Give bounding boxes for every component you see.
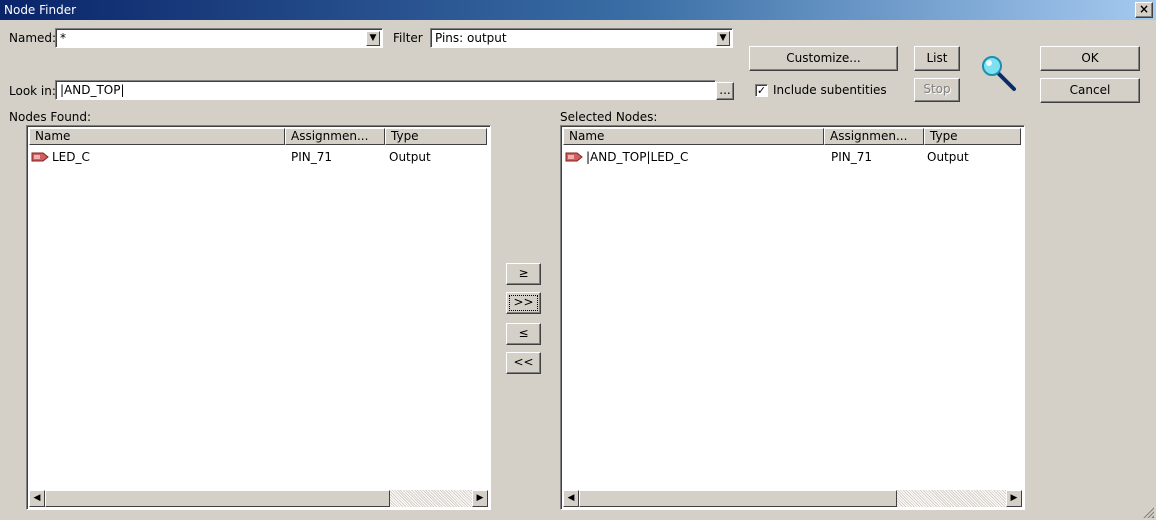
chevron-down-icon[interactable]: ▼ <box>366 31 380 46</box>
add-all-button[interactable]: >> <box>506 292 541 314</box>
scroll-thumb[interactable] <box>579 490 897 507</box>
filter-label: Filter <box>393 31 423 45</box>
scroll-right-icon[interactable]: ▶ <box>1006 490 1022 507</box>
filter-combo[interactable]: Pins: output ▼ <box>430 28 733 48</box>
selected-node-name: |AND_TOP|LED_C <box>586 150 689 164</box>
include-subentities-checkbox[interactable]: ✓ <box>755 84 768 97</box>
nodes-found-list[interactable]: Name Assignmen... Type LED_C PIN_71 Outp… <box>26 125 491 510</box>
selected-node-assignment: PIN_71 <box>831 150 873 164</box>
add-button[interactable]: ≥ <box>506 263 541 285</box>
customize-button[interactable]: Customize... <box>749 46 898 71</box>
column-header-type[interactable]: Type <box>924 128 1021 145</box>
close-button[interactable]: × <box>1135 2 1153 18</box>
list-button[interactable]: List <box>914 46 960 71</box>
look-in-field[interactable]: |AND_TOP| <box>55 80 716 100</box>
named-label: Named: <box>9 31 57 45</box>
column-header-type[interactable]: Type <box>385 128 487 145</box>
title-bar: Node Finder × <box>0 0 1156 20</box>
stop-button[interactable]: Stop <box>914 78 960 102</box>
node-finder-dialog: Node Finder × Named: * ▼ Filter Pins: ou… <box>0 0 1156 520</box>
named-value: * <box>60 31 66 45</box>
column-header-name[interactable]: Name <box>29 128 285 145</box>
node-assignment: PIN_71 <box>291 150 333 164</box>
browse-button[interactable]: ... <box>716 82 734 100</box>
chevron-down-icon[interactable]: ▼ <box>716 31 730 46</box>
horizontal-scrollbar[interactable]: ◀ ▶ <box>563 490 1022 507</box>
node-name: LED_C <box>52 150 90 164</box>
selected-nodes-label: Selected Nodes: <box>560 110 658 124</box>
column-header-assignment[interactable]: Assignmen... <box>285 128 385 145</box>
include-subentities-label: Include subentities <box>773 83 887 97</box>
named-combo[interactable]: * ▼ <box>55 28 383 48</box>
selected-node-type: Output <box>927 150 969 164</box>
table-row[interactable]: LED_C PIN_71 Output <box>29 149 487 165</box>
node-type: Output <box>389 150 431 164</box>
scroll-thumb[interactable] <box>45 490 390 507</box>
window-title: Node Finder <box>4 3 77 17</box>
ok-button[interactable]: OK <box>1040 46 1140 71</box>
output-pin-icon <box>31 152 49 162</box>
resize-grip-icon[interactable] <box>1142 506 1154 518</box>
horizontal-scrollbar[interactable]: ◀ ▶ <box>29 490 488 507</box>
scroll-left-icon[interactable]: ◀ <box>29 490 45 507</box>
remove-button[interactable]: ≤ <box>506 323 541 345</box>
cancel-button[interactable]: Cancel <box>1040 78 1140 103</box>
look-in-label: Look in: <box>9 84 56 98</box>
column-header-name[interactable]: Name <box>563 128 824 145</box>
look-in-value: |AND_TOP| <box>60 83 125 97</box>
remove-all-button[interactable]: << <box>506 352 541 374</box>
column-header-assignment[interactable]: Assignmen... <box>824 128 924 145</box>
table-row[interactable]: |AND_TOP|LED_C PIN_71 Output <box>563 149 1021 165</box>
magnifier-icon <box>982 56 1016 91</box>
nodes-found-label: Nodes Found: <box>9 110 92 124</box>
output-pin-icon <box>565 152 583 162</box>
filter-value: Pins: output <box>435 31 507 45</box>
scroll-right-icon[interactable]: ▶ <box>472 490 488 507</box>
scroll-left-icon[interactable]: ◀ <box>563 490 579 507</box>
selected-nodes-list[interactable]: Name Assignmen... Type |AND_TOP|LED_C PI… <box>560 125 1025 510</box>
